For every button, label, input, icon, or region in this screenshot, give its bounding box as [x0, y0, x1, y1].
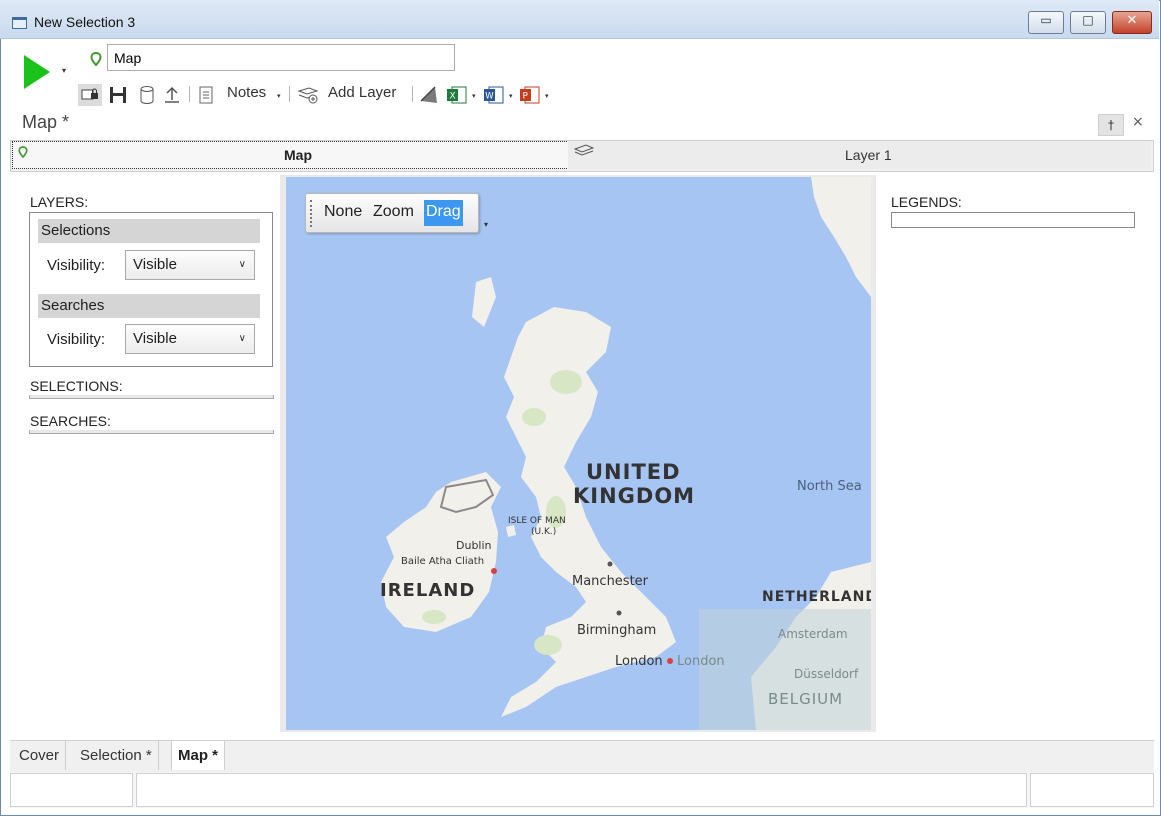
toolbar-options-icon[interactable]: ▾ [484, 220, 488, 229]
selections-group-header[interactable]: Selections [38, 219, 260, 243]
map-pin-icon [90, 51, 102, 70]
excel-dropdown-icon[interactable]: ▾ [472, 92, 476, 100]
legends-list [891, 212, 1135, 228]
label-dublin: Dublin [456, 539, 492, 552]
notes-button[interactable]: Notes [227, 84, 266, 101]
selections-heading: SELECTIONS: [30, 378, 123, 394]
page-tab-selection[interactable]: Selection * [74, 741, 159, 770]
london-marker [667, 658, 673, 664]
save-icon[interactable] [108, 85, 128, 103]
database-icon[interactable] [139, 85, 155, 104]
minimize-icon: ▭ [1040, 13, 1052, 27]
label-belgium: BELGIUM [768, 690, 843, 708]
window-title: New Selection 3 [34, 14, 136, 30]
add-layer-icon[interactable] [297, 85, 319, 104]
birmingham-marker [616, 610, 622, 616]
maximize-button[interactable]: □ [1070, 11, 1106, 34]
word-export-icon[interactable]: W [483, 85, 505, 104]
powerpoint-export-icon[interactable]: P [519, 85, 541, 104]
upload-icon[interactable] [163, 85, 181, 103]
legends-heading: LEGENDS: [891, 194, 962, 210]
label-kingdom: KINGDOM [573, 484, 695, 508]
mode-zoom-button[interactable]: Zoom [371, 200, 416, 226]
pin-icon[interactable]: † [1098, 114, 1124, 136]
searches-visibility-label: Visibility: [47, 331, 106, 348]
close-icon: ✕ [1126, 13, 1138, 28]
toolbar-separator [189, 86, 190, 102]
status-cell [10, 773, 133, 807]
close-button[interactable]: ✕ [1112, 11, 1152, 34]
status-cell [1030, 773, 1154, 807]
svg-text:X: X [450, 92, 456, 102]
map-mode-toolbar: None Zoom Drag ▾ [302, 190, 494, 236]
mode-none-button[interactable]: None [322, 200, 364, 226]
svg-text:P: P [523, 92, 529, 102]
label-north-sea: North Sea [797, 479, 862, 494]
tab-layer-1[interactable]: Layer 1 [568, 141, 1151, 169]
add-layer-button[interactable]: Add Layer [328, 84, 396, 101]
label-baile-atha-cliath: Baile Atha Cliath [401, 556, 484, 567]
label-manchester: Manchester [572, 574, 649, 589]
toolbar-separator [412, 86, 413, 102]
run-button[interactable] [24, 55, 50, 89]
mode-drag-button[interactable]: Drag [424, 200, 463, 226]
chevron-down-icon: ∨ [238, 259, 246, 270]
tab-map[interactable]: Map [12, 141, 569, 169]
manchester-marker [607, 561, 613, 567]
notes-dropdown-icon[interactable]: ▾ [277, 92, 281, 100]
layers-heading: LAYERS: [30, 194, 89, 210]
selection-name-input[interactable] [107, 44, 455, 71]
tab-layer-label: Layer 1 [845, 147, 892, 163]
lock-layout-icon[interactable] [78, 84, 102, 106]
svg-text:W: W [485, 92, 494, 102]
tab-map-label: Map [284, 147, 312, 163]
powerpoint-dropdown-icon[interactable]: ▾ [545, 92, 549, 100]
map-canvas[interactable]: UNITED KINGDOM North Sea ISLE OF MAN (U.… [286, 177, 871, 730]
searches-group-header[interactable]: Searches [38, 294, 260, 318]
status-cell [136, 773, 1027, 807]
selections-list [29, 395, 274, 399]
run-dropdown-icon[interactable]: ▾ [62, 66, 66, 75]
label-netherlands: NETHERLAND [762, 589, 871, 605]
word-dropdown-icon[interactable]: ▾ [509, 92, 513, 100]
notes-icon[interactable] [198, 85, 214, 104]
label-united: UNITED [586, 460, 681, 484]
label-isle-of-man: ISLE OF MAN [508, 516, 566, 526]
label-isle-of-man-uk: (U.K.) [531, 527, 556, 537]
title-bar[interactable] [0, 0, 1159, 39]
label-amsterdam: Amsterdam [778, 627, 848, 641]
label-birmingham: Birmingham [577, 623, 656, 638]
page-tab-map[interactable]: Map * [171, 741, 226, 770]
searches-visibility-value: Visible [133, 330, 177, 347]
map-mode-panel: None Zoom Drag [305, 193, 479, 233]
searches-list [29, 430, 274, 434]
selections-visibility-label: Visibility: [47, 257, 106, 274]
forest-area [550, 370, 582, 394]
close-document-icon[interactable]: × [1132, 114, 1144, 130]
excel-export-icon[interactable]: X [446, 85, 468, 104]
maximize-icon: □ [1082, 13, 1094, 27]
label-ireland: IRELAND [380, 580, 475, 601]
selections-visibility-value: Visible [133, 256, 177, 273]
page-tab-cover[interactable]: Cover [13, 741, 67, 770]
document-title: Map * [22, 112, 70, 132]
window-icon [12, 17, 27, 29]
layer-icon [573, 144, 595, 162]
dublin-marker [491, 568, 497, 574]
label-london-ghost: London [677, 654, 725, 669]
selections-visibility-select[interactable]: Visible ∨ [125, 250, 255, 280]
label-dusseldorf: Düsseldorf [794, 667, 859, 681]
forest-area [522, 408, 546, 426]
forest-area [534, 635, 562, 655]
map-pin-icon [18, 146, 28, 161]
searches-visibility-select[interactable]: Visible ∨ [125, 324, 255, 354]
forest-area [422, 610, 446, 624]
toolbar-separator [289, 86, 290, 102]
label-london: London [615, 654, 663, 669]
minimize-button[interactable]: ▭ [1028, 11, 1064, 34]
searches-heading: SEARCHES: [30, 413, 111, 429]
toolbar-grip-icon[interactable] [310, 200, 314, 227]
pointer-tool-icon[interactable] [419, 85, 439, 103]
chevron-down-icon: ∨ [238, 333, 246, 344]
